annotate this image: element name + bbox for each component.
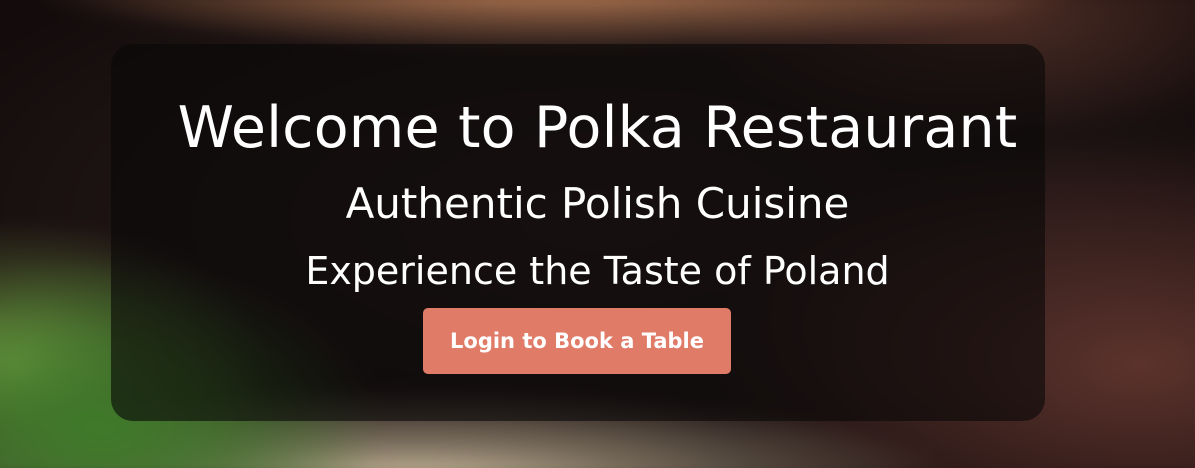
hero-title: Welcome to Polka Restaurant xyxy=(177,95,1018,161)
hero-subtitle: Authentic Polish Cuisine xyxy=(345,179,850,228)
hero-section: Welcome to Polka Restaurant Authentic Po… xyxy=(0,0,1195,468)
hero-tagline: Experience the Taste of Poland xyxy=(305,249,890,293)
login-to-book-button[interactable]: Login to Book a Table xyxy=(423,308,731,374)
